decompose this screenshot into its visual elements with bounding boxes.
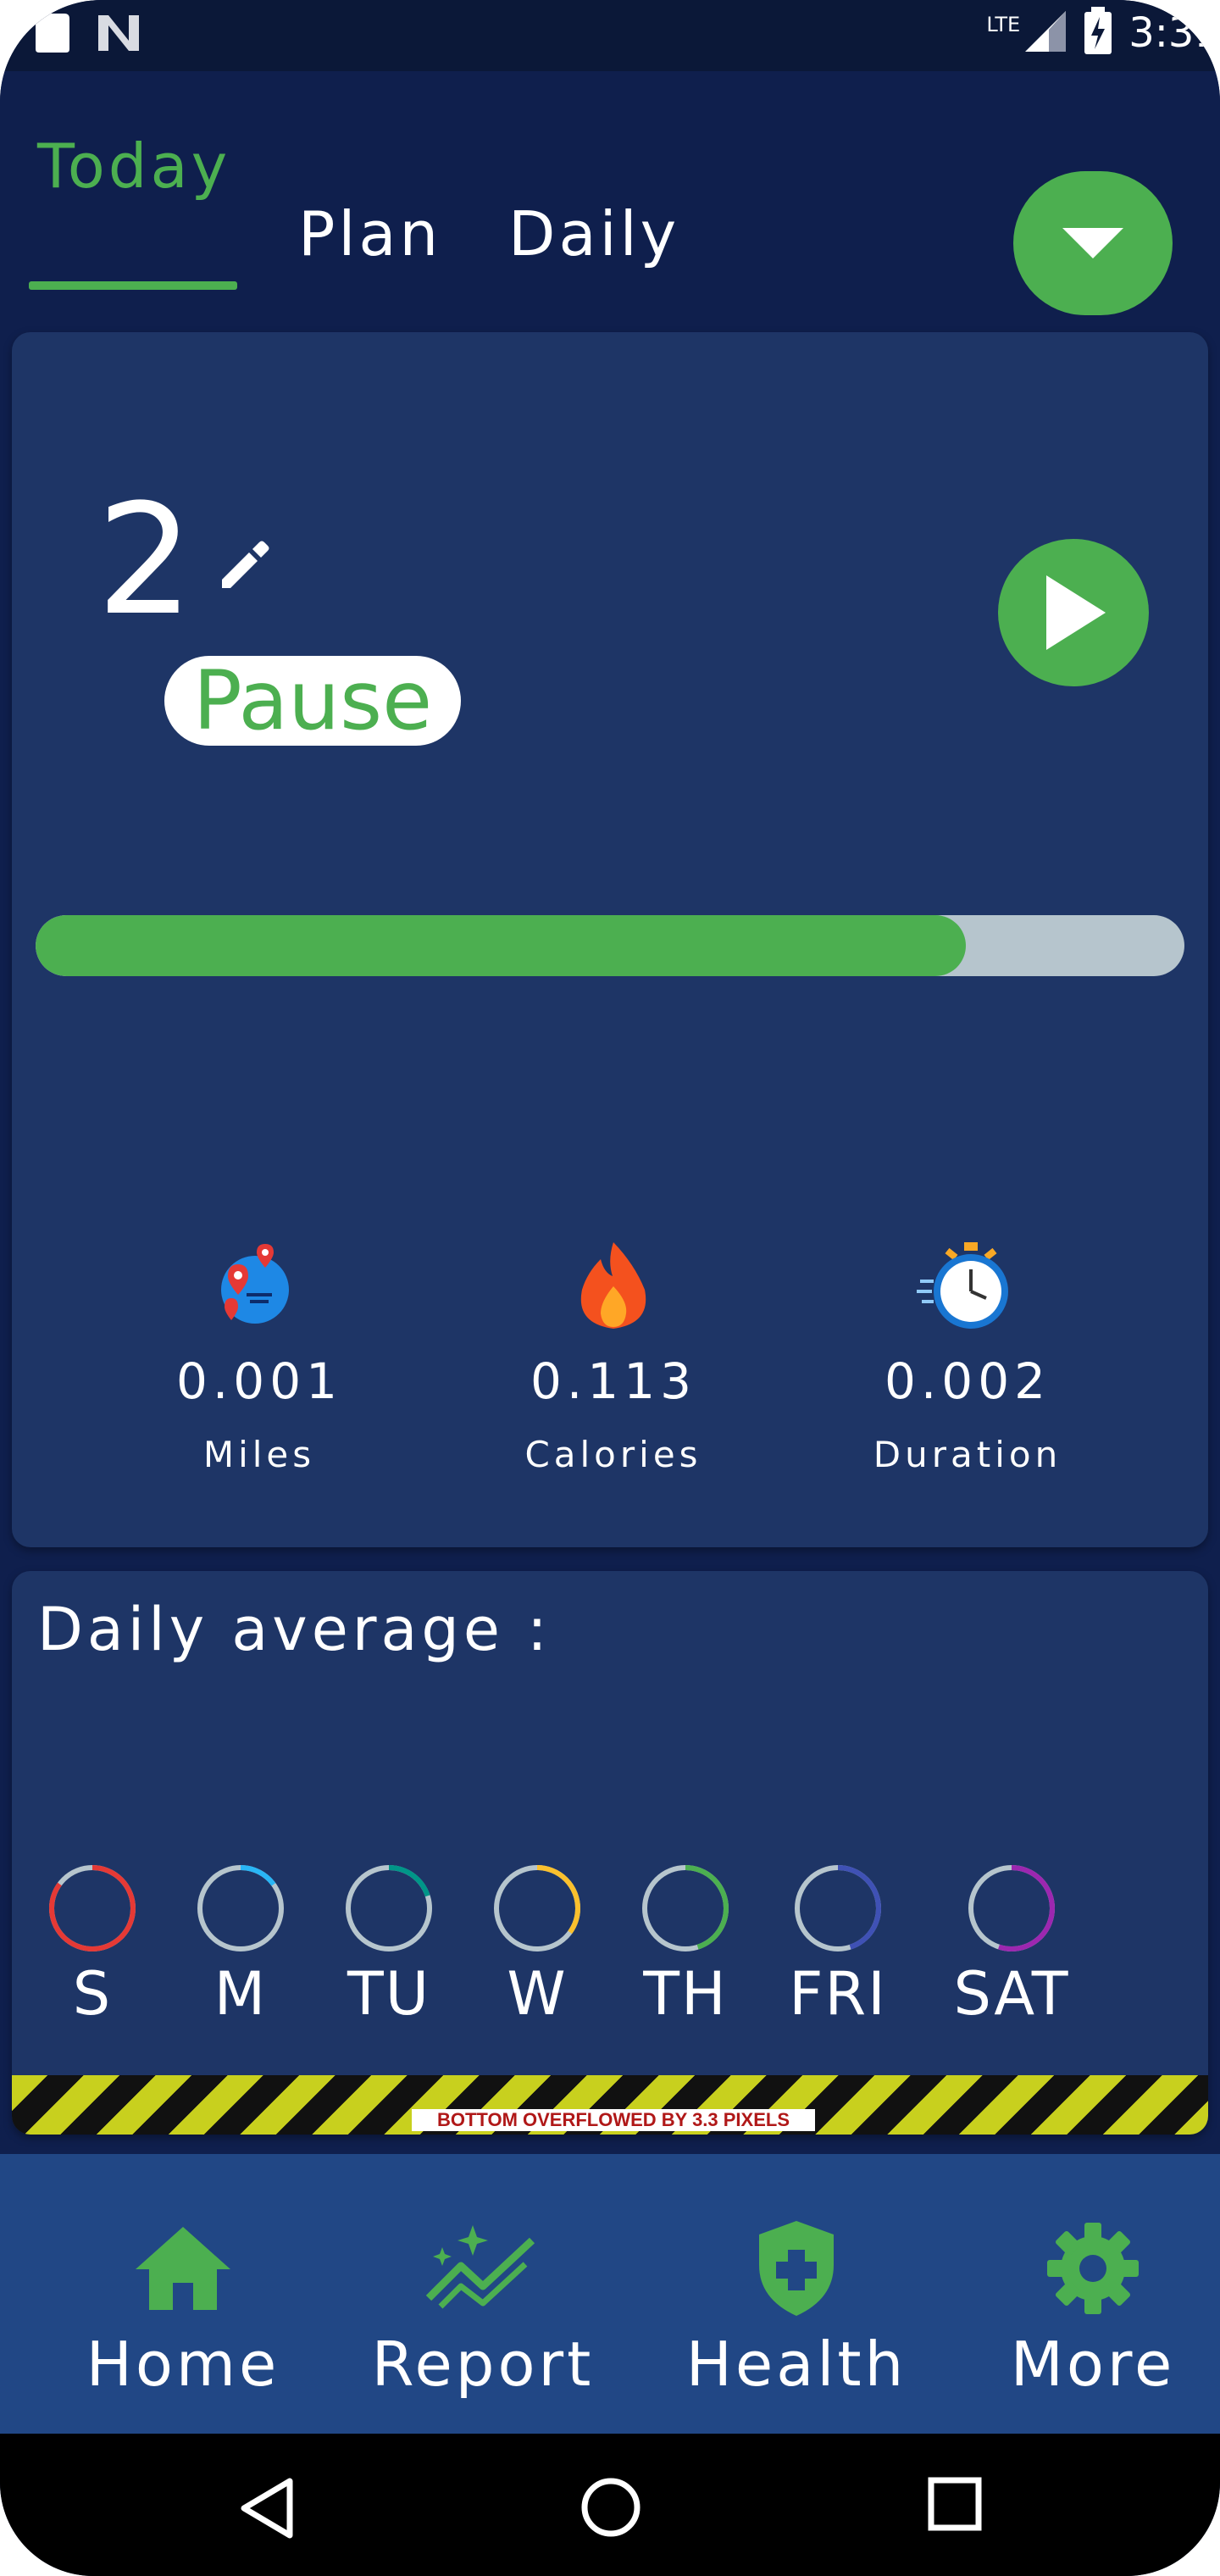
- recents-square-icon[interactable]: [927, 2476, 983, 2535]
- day-progress-ring: [346, 1865, 432, 1951]
- day-label: TU: [347, 1959, 430, 2029]
- stat-duration: 0.002 Duration: [798, 1230, 1137, 1475]
- home-icon: [81, 2213, 285, 2323]
- day-label: S: [72, 1959, 113, 2029]
- edit-icon[interactable]: [215, 536, 274, 598]
- day-fri: FRI: [762, 1863, 914, 2029]
- play-button[interactable]: [998, 539, 1149, 686]
- day-sat: SAT: [935, 1863, 1088, 2029]
- n-app-icon: [95, 12, 142, 58]
- calories-label: Calories: [524, 1434, 702, 1475]
- today-summary-card: 2 Pause 0.001 Miles 0.113 Calories 0.002…: [12, 332, 1208, 1547]
- step-progress-fill: [36, 915, 967, 976]
- daily-average-title: Daily average :: [37, 1595, 552, 1664]
- gear-icon: [991, 2213, 1195, 2323]
- bottom-navigation: Home Report Health More: [0, 2154, 1220, 2434]
- day-label: W: [507, 1959, 568, 2029]
- caret-down-icon: [1062, 228, 1123, 258]
- day-progress-ring: [197, 1865, 284, 1951]
- day-m: M: [164, 1863, 317, 2029]
- nav-more[interactable]: More: [991, 2213, 1195, 2400]
- day-label: FRI: [789, 1959, 887, 2029]
- day-progress-ring: [49, 1865, 136, 1951]
- nav-report[interactable]: Report: [356, 2213, 610, 2400]
- day-progress-ring: [494, 1865, 580, 1951]
- overflow-warning-text: BOTTOM OVERFLOWED BY 3.3 PIXELS: [412, 2109, 815, 2131]
- nav-health-label: Health: [685, 2329, 907, 2400]
- tab-today[interactable]: Today: [37, 130, 230, 202]
- day-s: S: [16, 1863, 169, 2029]
- duration-value: 0.002: [884, 1352, 1051, 1410]
- nav-home-label: Home: [86, 2329, 280, 2400]
- back-icon[interactable]: [237, 2476, 297, 2544]
- stat-miles: 0.001 Miles: [90, 1230, 429, 1475]
- status-bar: LTE 3:31: [0, 0, 1220, 71]
- day-progress-ring: [642, 1865, 729, 1951]
- day-progress-ring: [968, 1865, 1055, 1951]
- tab-header: Today Plan Daily: [0, 71, 1220, 334]
- duration-label: Duration: [873, 1434, 1062, 1475]
- active-tab-indicator: [29, 281, 237, 290]
- health-shield-icon: [678, 2213, 915, 2323]
- miles-label: Miles: [202, 1434, 316, 1475]
- day-tu: TU: [313, 1863, 465, 2029]
- battery-charging-icon: [1083, 7, 1113, 59]
- day-label: TH: [643, 1959, 728, 2029]
- day-label: SAT: [953, 1959, 1070, 2029]
- signal-icon: [1023, 8, 1068, 58]
- map-pin-globe-icon: [90, 1230, 429, 1332]
- pause-badge[interactable]: Pause: [164, 656, 461, 746]
- dropdown-button[interactable]: [1013, 171, 1173, 315]
- day-w: W: [461, 1863, 613, 2029]
- nav-report-label: Report: [371, 2329, 595, 2400]
- sd-card-icon: [34, 12, 71, 58]
- daily-average-card: Daily average : S M TU W TH FRI SAT BOTTOM OVE…: [12, 1571, 1208, 2135]
- nav-health[interactable]: Health: [678, 2213, 915, 2400]
- step-count: 2: [97, 472, 194, 649]
- network-type: LTE: [986, 13, 1021, 36]
- report-sparkle-chart-icon: [356, 2213, 610, 2323]
- stat-calories: 0.113 Calories: [444, 1230, 783, 1475]
- tab-daily[interactable]: Daily: [508, 198, 679, 269]
- stopwatch-icon: [798, 1230, 1137, 1332]
- step-progress-bar: [36, 915, 1184, 976]
- phone-screen: LTE 3:31 Today Plan Daily 2 Pause 0.001 …: [0, 0, 1220, 2576]
- day-progress-ring: [795, 1865, 881, 1951]
- play-icon: [1046, 575, 1106, 650]
- flame-icon: [444, 1230, 783, 1332]
- system-navigation-bar: [0, 2434, 1220, 2576]
- home-circle-icon[interactable]: [580, 2476, 642, 2542]
- overflow-warning-stripe: BOTTOM OVERFLOWED BY 3.3 PIXELS: [12, 2075, 1208, 2135]
- nav-home[interactable]: Home: [81, 2213, 285, 2400]
- nav-more-label: More: [1010, 2329, 1176, 2400]
- day-label: M: [214, 1959, 268, 2029]
- day-th: TH: [609, 1863, 762, 2029]
- miles-value: 0.001: [175, 1352, 343, 1410]
- calories-value: 0.113: [530, 1352, 697, 1410]
- tab-plan[interactable]: Plan: [298, 198, 441, 269]
- clock-time: 3:31: [1128, 9, 1220, 57]
